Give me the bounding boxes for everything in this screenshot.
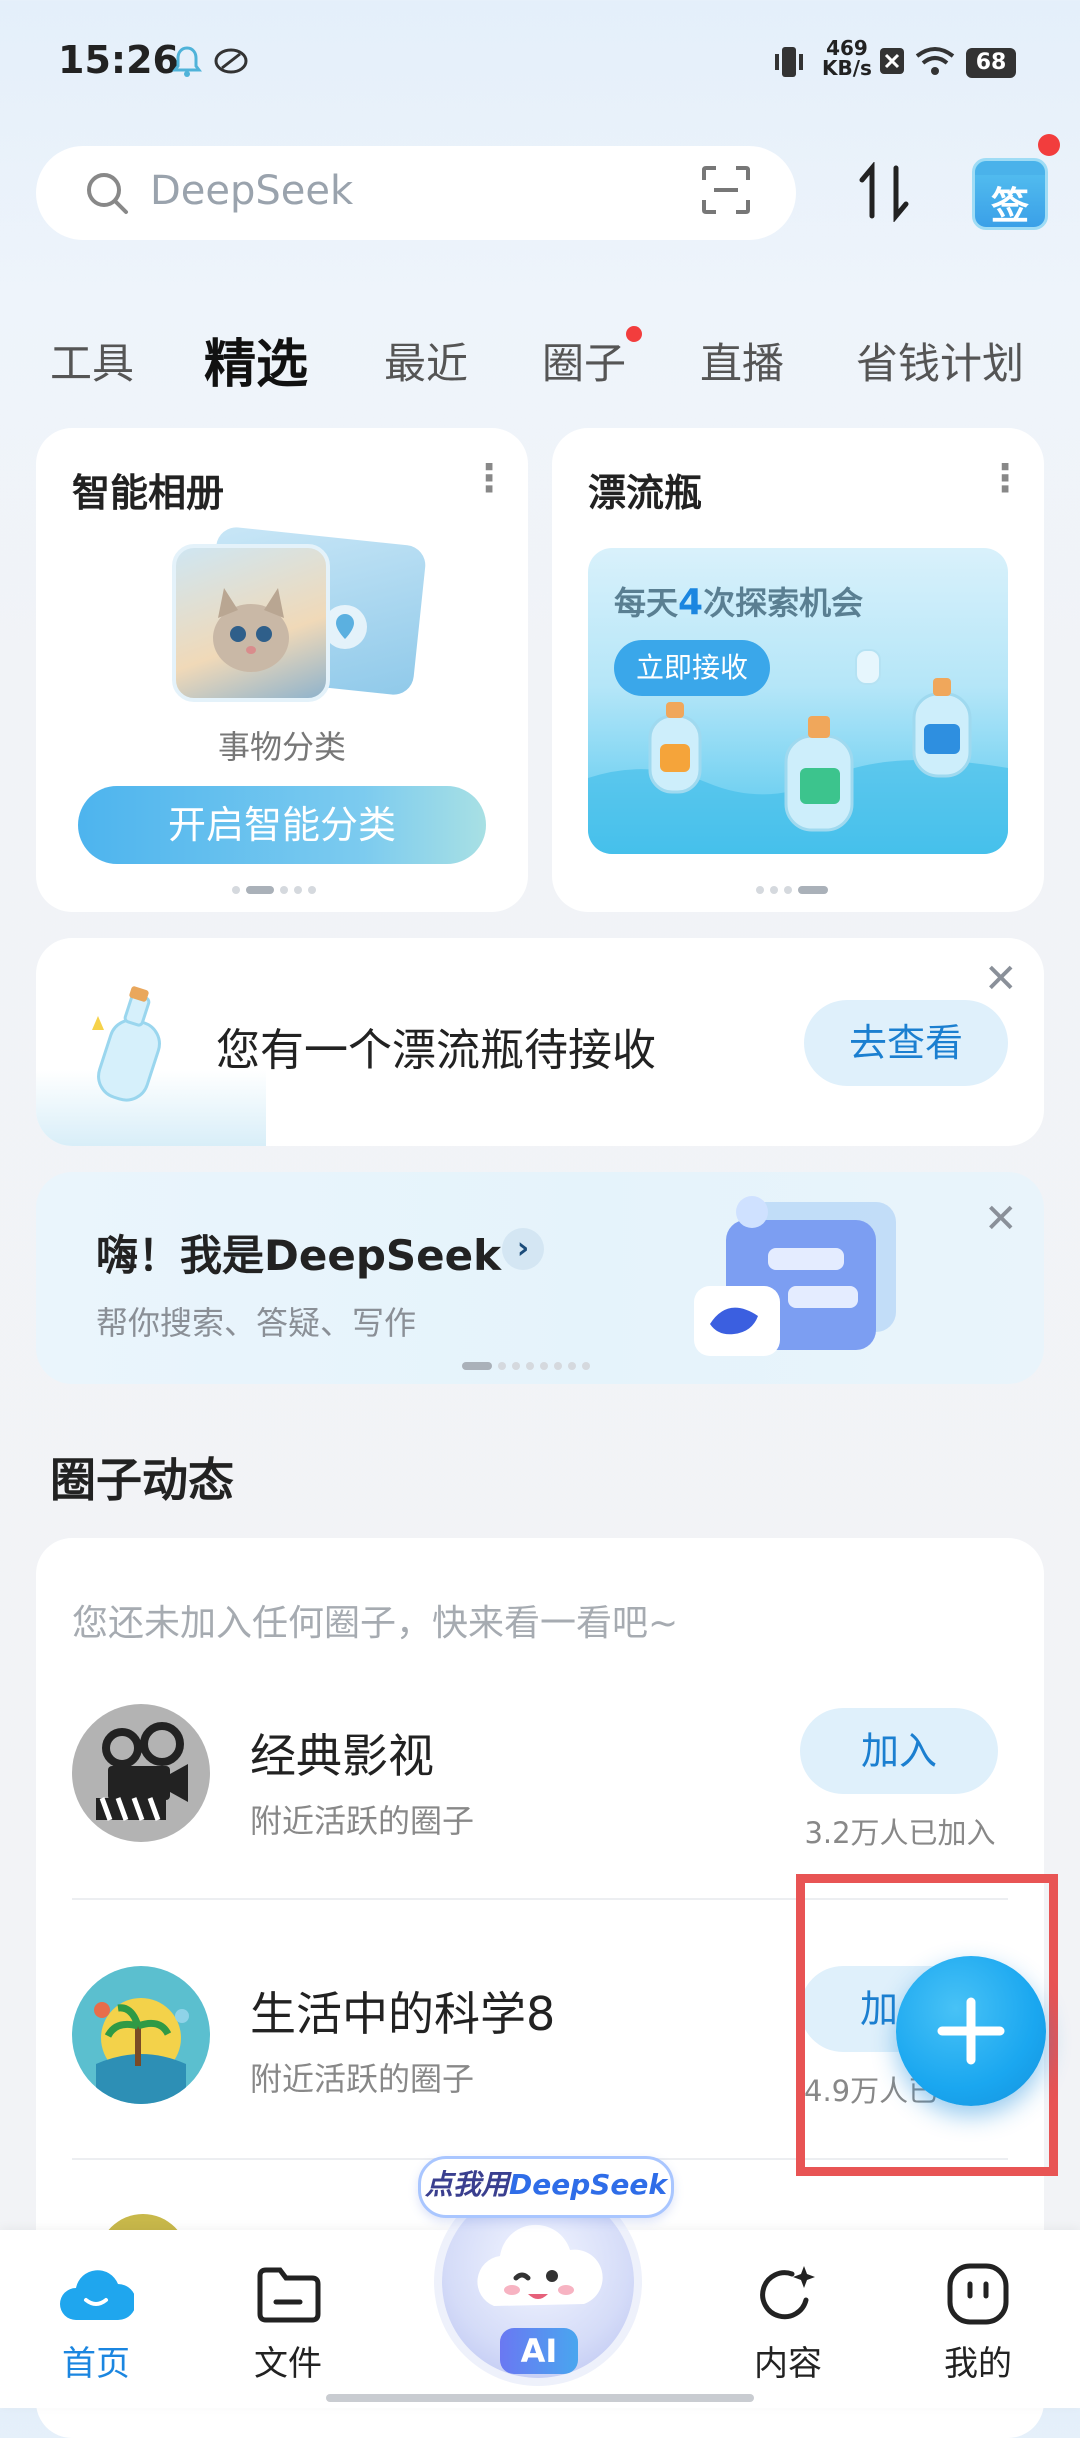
drift-bottle-icon <box>92 986 161 1102</box>
vibrate-icon <box>775 47 803 77</box>
search-input[interactable]: DeepSeek <box>150 168 353 214</box>
drift-bottle-more-icon[interactable]: ⋮ <box>986 456 1024 500</box>
deepseek-banner-arrow-icon[interactable]: › <box>502 1228 544 1270</box>
circle-name[interactable]: 经典影视 <box>250 1720 434 1786</box>
deepseek-banner-title: 嗨！我是DeepSeek <box>96 1231 502 1280</box>
tab-featured[interactable]: 精选 <box>204 322 308 397</box>
close-deepseek-banner-icon[interactable]: ✕ <box>984 1196 1018 1242</box>
wifi-icon <box>915 47 955 75</box>
join-circle-button[interactable]: 加入 <box>800 1708 998 1794</box>
nav-mine[interactable]: 我的 <box>918 2336 1038 2385</box>
album-pager-dots <box>232 886 332 894</box>
sim-off-icon <box>880 48 904 74</box>
tab-savings-plan[interactable]: 省钱计划 <box>856 330 1024 391</box>
circles-section-title: 圈子动态 <box>50 1453 234 1507</box>
notification-icon <box>172 46 202 77</box>
deepseek-pager-dots <box>462 1362 622 1370</box>
tab-tools[interactable]: 工具 <box>50 330 134 391</box>
deepseek-banner-subtitle: 帮你搜索、答疑、写作 <box>96 1304 417 1342</box>
nav-content[interactable]: 内容 <box>728 2336 848 2385</box>
film-camera-icon <box>96 1722 188 1821</box>
sign-in-label: 签 <box>990 184 1029 228</box>
plus-icon <box>937 1997 1005 2065</box>
cat-photo-thumbnail <box>172 544 330 702</box>
circles-empty-hint: 您还未加入任何圈子，快来看一看吧~ <box>72 1603 679 1644</box>
sign-in-button[interactable]: 签 <box>972 158 1048 230</box>
sign-in-badge <box>1038 134 1060 156</box>
circle-member-count: 3.2万人已加入 <box>804 1816 996 1850</box>
battery-indicator: 68 <box>966 48 1016 78</box>
profile-icon <box>947 2263 1009 2325</box>
bottle-notice-text: 您有一个漂流瓶待接收 <box>216 1025 656 1076</box>
smart-album-title: 智能相册 <box>72 471 225 515</box>
smart-album-caption: 事物分类 <box>217 728 346 766</box>
tab-live[interactable]: 直播 <box>700 330 784 391</box>
drift-bottle-title: 漂流瓶 <box>588 471 703 515</box>
nav-files[interactable]: 文件 <box>228 2336 348 2385</box>
tab-recent[interactable]: 最近 <box>384 330 468 391</box>
sort-icon[interactable] <box>856 162 912 222</box>
net-speed: 469 KB/s <box>822 36 872 80</box>
home-cloud-icon <box>60 2270 134 2320</box>
enable-smart-classify-button[interactable]: 开启智能分类 <box>78 786 486 864</box>
status-time: 15:26 <box>58 38 179 82</box>
circle-avatar-life-science[interactable] <box>72 1966 210 2104</box>
view-bottle-button[interactable]: 去查看 <box>804 1000 1008 1086</box>
scan-icon[interactable] <box>700 164 752 216</box>
circle-avatar-classic-film[interactable] <box>72 1704 210 1842</box>
app-status-icon <box>214 48 248 74</box>
tab-circles[interactable]: 圈子 <box>542 330 626 391</box>
close-notice-icon[interactable]: ✕ <box>984 956 1018 1002</box>
island-icon <box>94 1998 189 2104</box>
ai-label: AI <box>500 2328 578 2374</box>
create-fab-button[interactable] <box>896 1956 1046 2106</box>
smart-album-more-icon[interactable]: ⋮ <box>470 456 508 500</box>
drift-bottle-banner-text: 每天4次探索机会 <box>614 582 864 623</box>
use-deepseek-bubble[interactable]: 点我用DeepSeek <box>418 2156 674 2218</box>
bottle-pager-dots <box>756 886 846 894</box>
circle-subtitle: 附近活跃的圈子 <box>250 2060 475 2098</box>
home-indicator <box>326 2394 754 2402</box>
content-refresh-icon <box>760 2266 815 2320</box>
circle-name[interactable]: 生活中的科学8 <box>250 1978 555 2044</box>
deepseek-illustration <box>694 1196 896 1356</box>
receive-now-button[interactable]: 立即接收 <box>614 640 770 696</box>
folder-icon <box>257 2267 321 2323</box>
nav-home[interactable]: 首页 <box>36 2336 156 2385</box>
circle-subtitle: 附近活跃的圈子 <box>250 1802 475 1840</box>
search-icon <box>87 173 128 214</box>
tab-circles-badge <box>626 326 642 342</box>
